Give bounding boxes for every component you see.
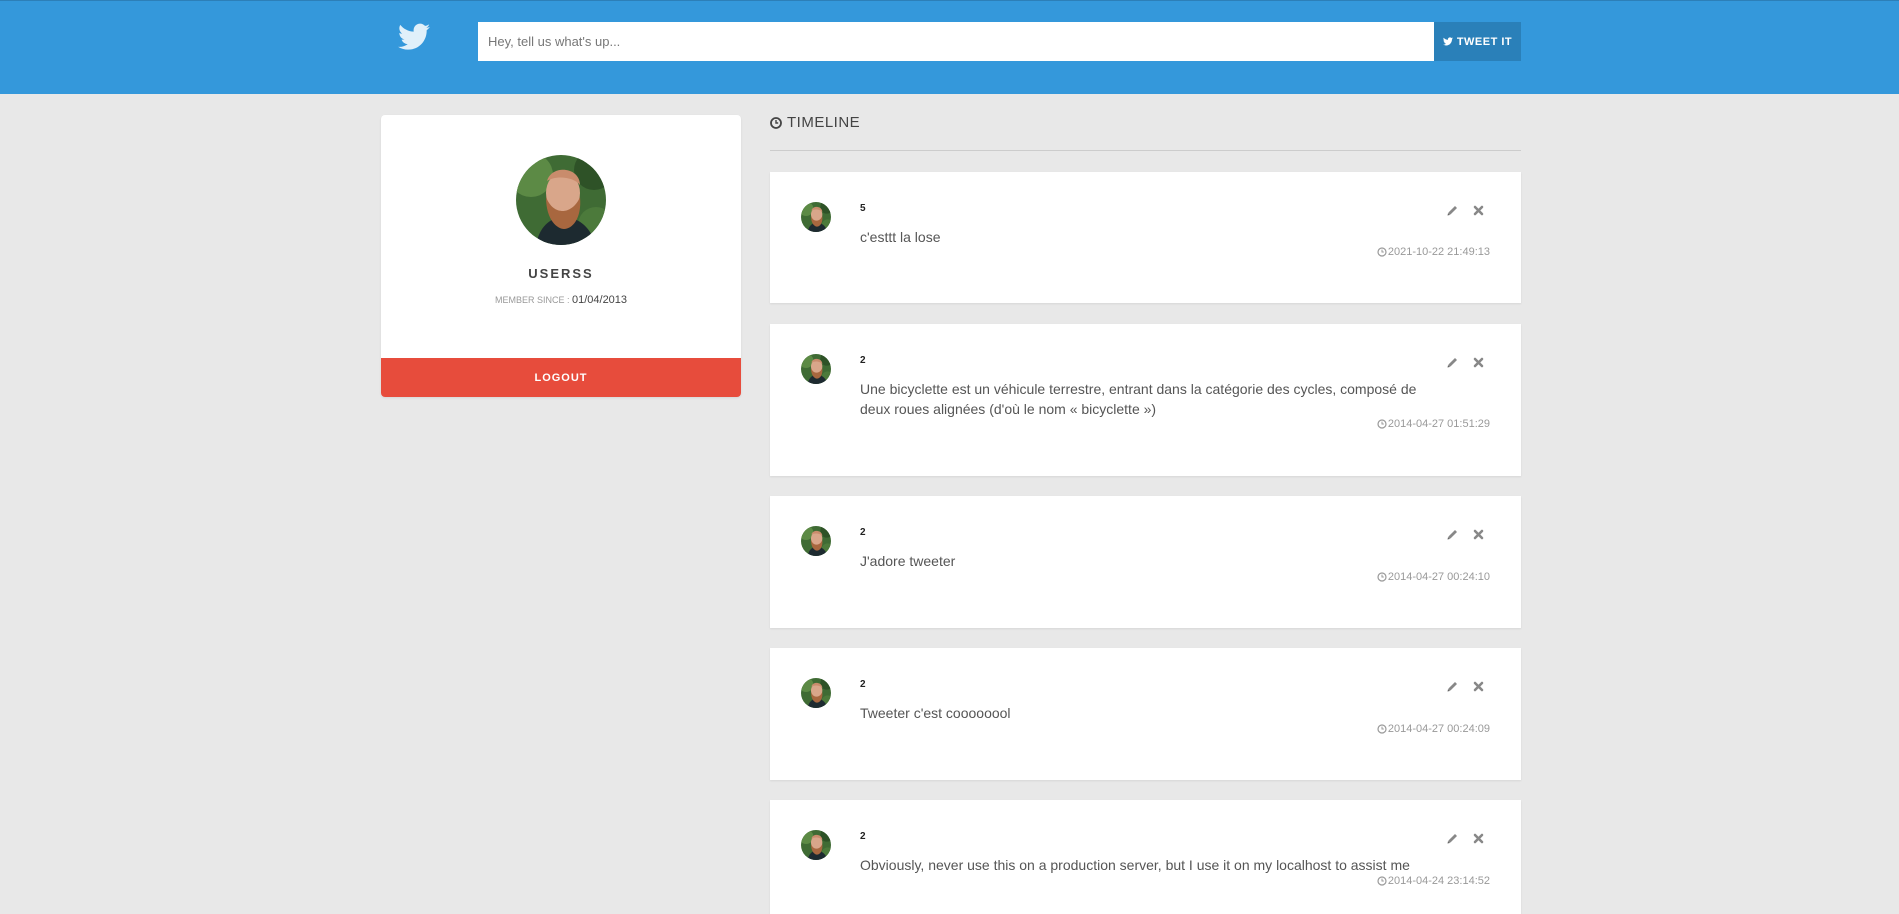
- tweet-author-avatar: [801, 354, 831, 384]
- tweet-it-button[interactable]: TWEET IT: [1434, 22, 1521, 61]
- tweet-date-text: 2014-04-24 23:14:52: [1387, 875, 1490, 887]
- timeline-title: TIMELINE: [770, 114, 860, 131]
- tweet-date-text: 2014-04-27 01:51:29: [1387, 418, 1490, 430]
- tweet-card: 2 Obviously, never use this on a product…: [770, 800, 1521, 914]
- member-since: MEMBER SINCE : 01/04/2013: [381, 294, 741, 306]
- member-since-label: MEMBER SINCE :: [494, 295, 570, 305]
- tweet-text: J'adore tweeter: [860, 553, 956, 569]
- profile-card: USERSS MEMBER SINCE : 01/04/2013 LOGOUT: [381, 115, 741, 397]
- pencil-icon[interactable]: [1446, 680, 1459, 693]
- tweet-author: 2: [860, 355, 866, 366]
- tweet-author-avatar: [801, 678, 831, 708]
- twitter-bird-small-icon: [1442, 37, 1453, 46]
- tweet-card: 2 Tweeter c'est coooooool 2014-04-27 00:…: [770, 648, 1521, 780]
- logout-button[interactable]: LOGOUT: [381, 358, 741, 397]
- clock-icon: [1377, 724, 1387, 734]
- pencil-icon[interactable]: [1446, 528, 1459, 541]
- tweet-author-avatar: [801, 202, 831, 232]
- timeline-header: TIMELINE: [770, 114, 1521, 151]
- tweet-date-text: 2014-04-27 00:24:10: [1387, 571, 1490, 583]
- clock-icon: [1377, 572, 1387, 582]
- tweet-timestamp: 2021-10-22 21:49:13: [1377, 246, 1490, 258]
- tweet-text: Tweeter c'est coooooool: [860, 705, 1011, 721]
- top-bar: TWEET IT: [0, 0, 1899, 94]
- tweet-text: c'esttt la lose: [860, 229, 941, 245]
- pencil-icon[interactable]: [1446, 204, 1459, 217]
- member-since-date: 01/04/2013: [571, 294, 628, 306]
- tweet-author-avatar: [801, 526, 831, 556]
- tweet-card: 5 c'esttt la lose 2021-10-22 21:49:13: [770, 172, 1521, 303]
- close-icon[interactable]: [1472, 356, 1485, 369]
- clock-icon: [770, 116, 782, 129]
- timeline-title-text: TIMELINE: [787, 114, 861, 131]
- tweet-card: 2 Une bicyclette est un véhicule terrest…: [770, 324, 1521, 476]
- clock-icon: [1377, 247, 1387, 257]
- tweet-author: 2: [860, 527, 866, 538]
- twitter-bird-icon[interactable]: [398, 23, 430, 51]
- tweet-author: 2: [860, 679, 866, 690]
- tweet-author: 5: [860, 203, 866, 214]
- tweet-author-avatar: [801, 830, 831, 860]
- tweet-timestamp: 2014-04-27 01:51:29: [1377, 418, 1490, 430]
- clock-icon: [1377, 876, 1387, 886]
- pencil-icon[interactable]: [1446, 356, 1459, 369]
- tweet-it-label: TWEET IT: [1456, 35, 1513, 48]
- tweet-date-text: 2014-04-27 00:24:09: [1387, 723, 1490, 735]
- tweet-author: 2: [860, 831, 866, 842]
- tweet-card: 2 J'adore tweeter 2014-04-27 00:24:10: [770, 496, 1521, 628]
- tweet-timestamp: 2014-04-27 00:24:09: [1377, 723, 1490, 735]
- clock-icon: [1377, 419, 1387, 429]
- pencil-icon[interactable]: [1446, 832, 1459, 845]
- close-icon[interactable]: [1472, 680, 1485, 693]
- close-icon[interactable]: [1472, 204, 1485, 217]
- tweet-timestamp: 2014-04-24 23:14:52: [1377, 875, 1490, 887]
- close-icon[interactable]: [1472, 528, 1485, 541]
- tweet-text: Obviously, never use this on a productio…: [860, 857, 1410, 873]
- close-icon[interactable]: [1472, 832, 1485, 845]
- tweet-date-text: 2021-10-22 21:49:13: [1387, 246, 1490, 258]
- profile-avatar: [516, 155, 606, 245]
- compose-tweet-input[interactable]: [478, 22, 1434, 61]
- tweet-timestamp: 2014-04-27 00:24:10: [1377, 571, 1490, 583]
- profile-username: USERSS: [528, 266, 594, 281]
- tweet-text: Une bicyclette est un véhicule terrestre…: [860, 381, 1417, 417]
